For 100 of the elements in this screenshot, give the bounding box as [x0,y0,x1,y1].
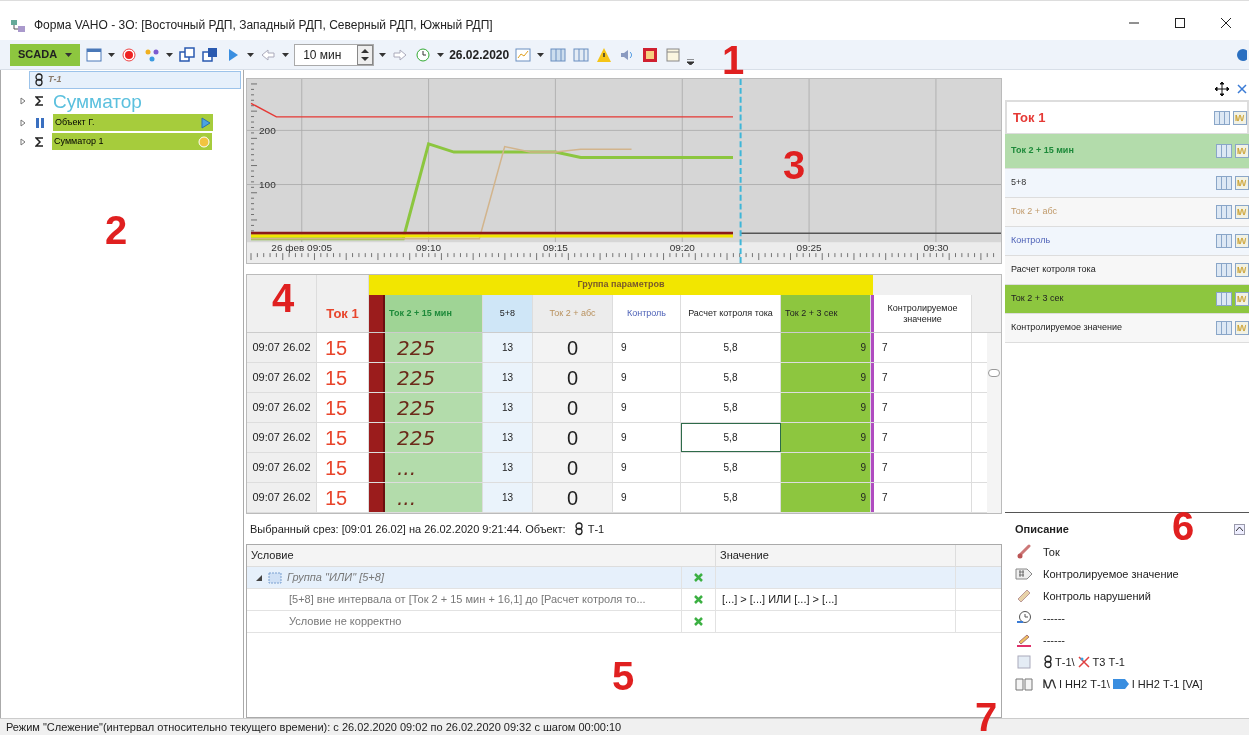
column-header[interactable]: 5+8 [483,295,533,332]
spinner-icon[interactable] [357,44,374,65]
parameter-row[interactable]: 5+8 [1005,169,1249,198]
columns-icon[interactable] [1216,144,1232,158]
wave-icon[interactable] [1235,234,1249,248]
columns-icon[interactable] [1214,110,1230,125]
caret-icon[interactable] [379,52,387,57]
table-cell[interactable]: 9 [781,393,871,422]
condition-row[interactable]: [5+8] вне интервала от [Ток 2 + 15 мин + 16,1] до [Расчет котроля то... [...] > [...] ИЛИ [...] > [...] [247,589,1001,611]
time-cell: 09:07 26.02 [247,483,317,512]
globe-icon[interactable] [1235,47,1247,62]
columns-icon[interactable] [1216,292,1232,306]
report-icon[interactable] [641,45,660,64]
wave-icon[interactable] [1235,144,1249,158]
transformer-icon [573,522,584,536]
caret-icon[interactable] [282,52,290,57]
parameter-label: Расчет котроля тока [1010,263,1097,277]
table-cell[interactable]: 225 [385,423,483,452]
column-header[interactable]: Ток 2 + 3 сек [781,295,871,332]
table-cell[interactable]: 9 [781,363,871,392]
columns-icon[interactable] [1216,176,1232,190]
table-cell[interactable]: 13 [483,363,533,392]
interval-field[interactable]: 10 мин [294,43,375,66]
parameter-row[interactable]: Ток 2 + 3 сек [1005,285,1249,314]
table-cell[interactable]: 225 [385,393,483,422]
tree-item[interactable]: Объект Г. [53,114,213,131]
wave-icon[interactable] [1235,263,1249,277]
wave-icon[interactable] [1233,110,1247,125]
condition-row[interactable]: Группа "ИЛИ" [5+8] [247,567,1001,589]
overflow-icon[interactable] [687,59,695,65]
caret-icon[interactable] [247,52,255,57]
window-icon[interactable] [85,45,104,64]
axis-label: 09:15 [542,242,568,254]
parameter-row[interactable]: Контроль [1005,227,1249,256]
scrollbar[interactable] [987,333,1001,513]
windows-icon[interactable] [201,45,220,64]
collapse-button[interactable] [1234,523,1245,535]
table-cell[interactable]: 9 [781,453,871,482]
table-cell[interactable]: 5,8 [681,423,781,452]
time-cell: 09:07 26.02 [247,333,317,362]
expand-arrow-icon[interactable] [19,137,27,146]
table-cell[interactable]: 13 [483,483,533,512]
parameter-row[interactable]: Ток 1 [1005,100,1249,134]
table-cell[interactable]: 0 [533,483,613,512]
columns-icon[interactable] [1216,234,1232,248]
table-cell[interactable]: 13 [483,393,533,422]
parameter-row[interactable]: Контролируемое значение [1005,314,1249,343]
tree-item[interactable]: Т-1 [29,71,241,89]
table-cell[interactable]: ... [385,453,483,482]
wave-icon[interactable] [1235,292,1249,306]
axis-label: 09:30 [923,242,949,254]
expand-arrow-icon[interactable] [19,97,27,105]
caret-icon[interactable] [166,52,174,57]
condition-row[interactable]: Условие не корректно [247,611,1001,633]
axis-label: 26 фев 09:05 [271,242,333,254]
caret-icon[interactable] [437,52,445,57]
table-cell[interactable]: 0 [533,453,613,482]
scada-button[interactable]: SCADA [10,43,81,66]
description-text: Контролируемое значение [1043,566,1179,582]
table-cell[interactable]: 225 [385,333,483,362]
parameter-row[interactable]: Расчет котроля тока [1005,256,1249,285]
axis-label: 09:10 [416,242,442,254]
columns-icon[interactable] [1216,321,1232,335]
close-icon [1221,18,1231,28]
table-cell[interactable]: 0 [533,333,613,362]
callout-number: 2 [105,210,128,250]
move-icon[interactable] [1215,82,1229,96]
axis-label: 200 [259,125,276,137]
caret-icon[interactable] [537,52,545,57]
wave-icon[interactable] [1235,205,1249,219]
columns-icon[interactable] [1216,263,1232,277]
tree-item[interactable]: Сумматор 1 [52,133,212,150]
wave-icon[interactable] [1235,176,1249,190]
expand-arrow-icon[interactable] [19,118,27,127]
table-cell[interactable]: 0 [533,363,613,392]
column-header[interactable]: Условие [247,545,716,566]
collapse-arrow-icon[interactable] [255,573,263,582]
callout-number: 5 [612,656,635,696]
table-cell[interactable]: 9 [781,483,871,512]
table-cell[interactable]: 13 [483,453,533,482]
windows-icon[interactable] [178,45,197,64]
table-cell[interactable]: 9 [781,423,871,452]
time-cursor[interactable] [739,79,742,263]
column-header[interactable]: Значение [716,545,956,566]
group-icon [267,570,283,585]
table-cell[interactable]: 225 [385,363,483,392]
wave-icon[interactable] [1235,321,1249,335]
scroll-thumb[interactable] [988,369,1000,377]
close-icon[interactable] [1237,84,1247,94]
table-cell[interactable]: 13 [483,333,533,362]
columns-icon[interactable] [1216,205,1232,219]
table-cell[interactable]: 9 [781,333,871,362]
table-cell[interactable]: 13 [483,423,533,452]
caret-icon[interactable] [108,52,116,57]
table-cell[interactable]: 0 [533,423,613,452]
columns-icon[interactable] [572,45,591,64]
table-cell[interactable]: ... [385,483,483,512]
column-icon [35,116,45,129]
record-icon[interactable] [120,45,139,64]
table-cell[interactable]: 0 [533,393,613,422]
